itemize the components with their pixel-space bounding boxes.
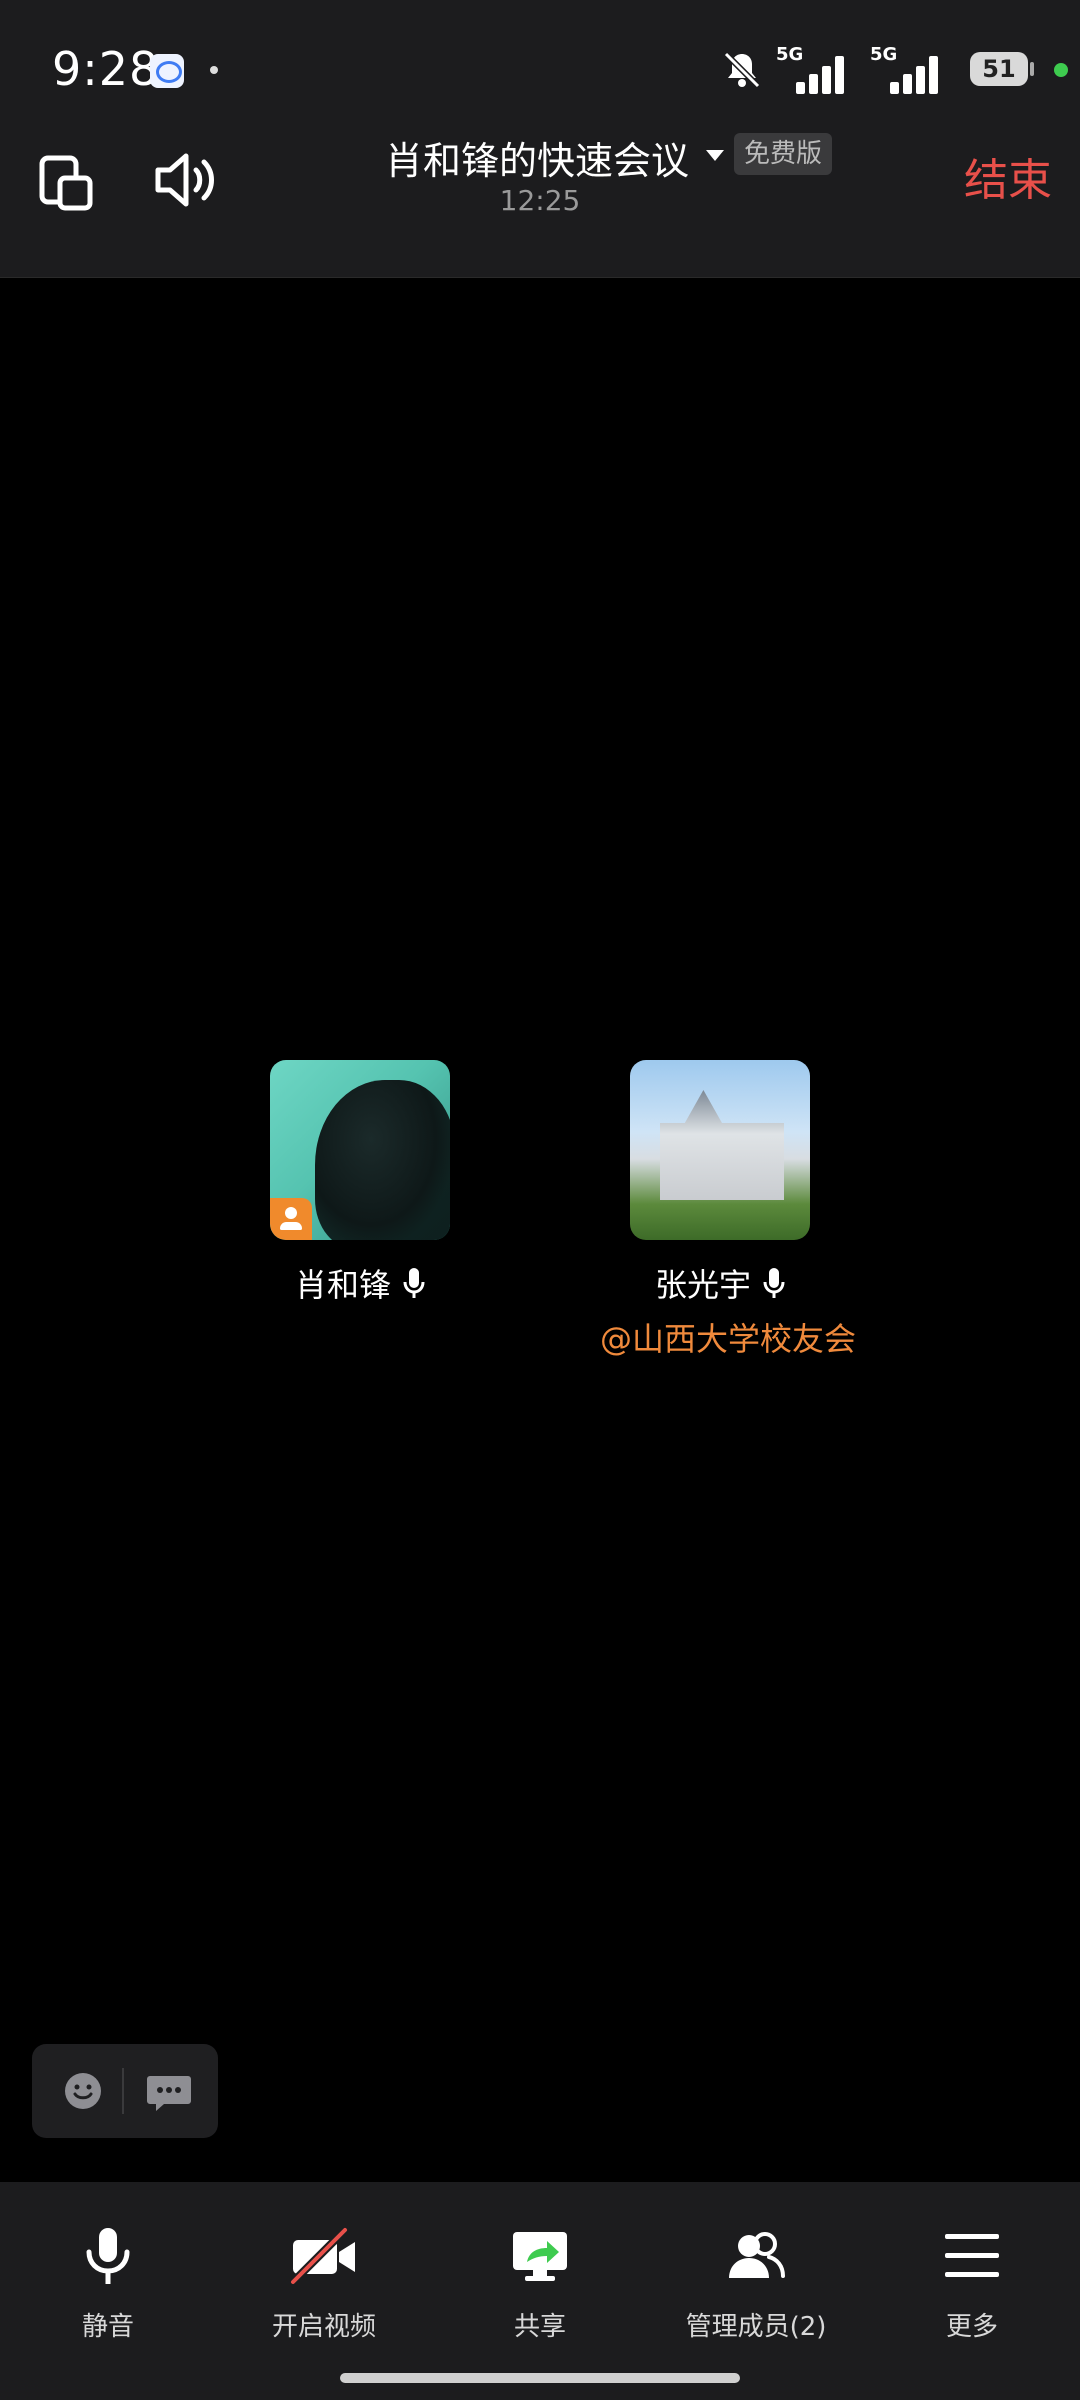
status-bar: 9:28 5G 5G 51	[0, 0, 1080, 130]
network-type-1: 5G	[776, 44, 804, 65]
status-time: 9:28	[52, 42, 160, 96]
divider	[122, 2068, 124, 2114]
network-type-2: 5G	[870, 44, 898, 65]
mic-icon	[86, 2228, 130, 2284]
participant-name: 肖和锋	[294, 1266, 391, 1304]
manage-members-button[interactable]: 管理成员(2)	[656, 2224, 856, 2343]
avatar	[630, 1060, 810, 1240]
signal-2-icon: 5G	[870, 44, 950, 94]
bell-off-icon	[723, 51, 761, 89]
chevron-down-icon[interactable]	[706, 150, 724, 161]
end-meeting-button[interactable]: 结束	[964, 144, 1052, 208]
start-video-button[interactable]: 开启视频	[224, 2224, 424, 2343]
mic-icon	[763, 1268, 785, 1298]
menu-icon	[945, 2234, 999, 2277]
notification-dot-icon	[210, 66, 218, 74]
plan-badge: 免费版	[734, 133, 833, 175]
share-screen-icon	[513, 2232, 567, 2281]
video-label: 开启视频	[271, 2312, 376, 2342]
mute-label: 静音	[81, 2312, 134, 2342]
reaction-chat-bar	[32, 2044, 218, 2138]
avatar	[270, 1060, 450, 1240]
participant-name: 张光宇	[654, 1266, 751, 1304]
host-badge-icon	[270, 1198, 312, 1240]
battery-tip	[1030, 62, 1034, 76]
participant-name-row: 张光宇	[655, 1260, 785, 1306]
members-icon	[729, 2232, 785, 2278]
share-button[interactable]: 共享	[440, 2224, 640, 2343]
status-indicators: 5G 5G 51	[720, 40, 1080, 100]
mute-button[interactable]: 静音	[8, 2224, 208, 2343]
participant-organization: @山西大学校友会	[600, 1320, 857, 1358]
signal-1-icon: 5G	[776, 44, 856, 94]
app-notification-icon	[150, 54, 184, 88]
privacy-indicator-icon	[1054, 63, 1068, 77]
emoji-icon[interactable]	[58, 2066, 108, 2116]
more-button[interactable]: 更多	[872, 2224, 1072, 2343]
more-label: 更多	[945, 2312, 998, 2342]
participant-tile[interactable]: 肖和锋	[240, 1060, 480, 1306]
battery-icon: 51	[970, 52, 1028, 86]
video-off-icon	[290, 2227, 355, 2285]
meeting-title[interactable]: 肖和锋的快速会议	[385, 130, 689, 185]
bottom-toolbar: 静音 开启视频 共享 管理成员(2) 更多	[0, 2182, 1080, 2400]
share-label: 共享	[513, 2312, 566, 2342]
members-label: 管理成员(2)	[685, 2312, 827, 2342]
mic-icon	[403, 1268, 425, 1298]
meeting-duration: 12:25	[499, 184, 581, 217]
chat-icon[interactable]	[144, 2068, 194, 2116]
home-indicator[interactable]	[340, 2373, 740, 2383]
participant-tile[interactable]: 张光宇 @山西大学校友会	[600, 1060, 857, 1360]
participant-name-row: 肖和锋	[295, 1260, 425, 1306]
meeting-screen: 9:28 5G 5G 51 肖和锋的快速会议 免费版 12:25 结束 肖和锋 …	[0, 0, 1080, 2400]
meeting-header: 肖和锋的快速会议 免费版 12:25 结束	[0, 130, 1080, 278]
